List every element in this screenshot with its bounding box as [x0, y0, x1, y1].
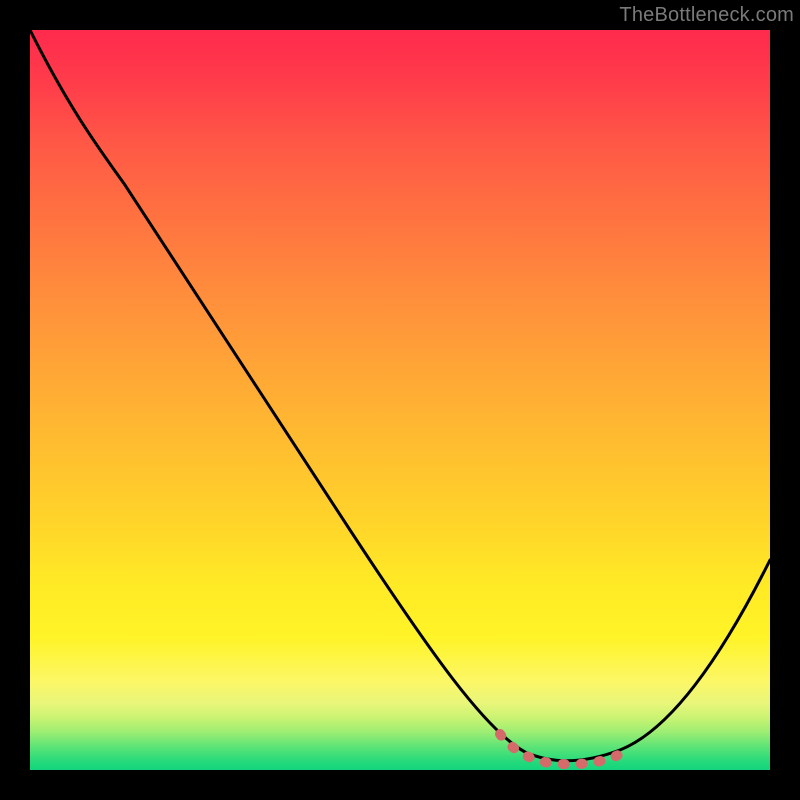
- chart-frame: TheBottleneck.com: [0, 0, 800, 800]
- bottleneck-curve-line: [30, 30, 770, 761]
- heatmap-background: [30, 30, 770, 770]
- chart-svg: [30, 30, 770, 770]
- watermark-text: TheBottleneck.com: [619, 4, 794, 27]
